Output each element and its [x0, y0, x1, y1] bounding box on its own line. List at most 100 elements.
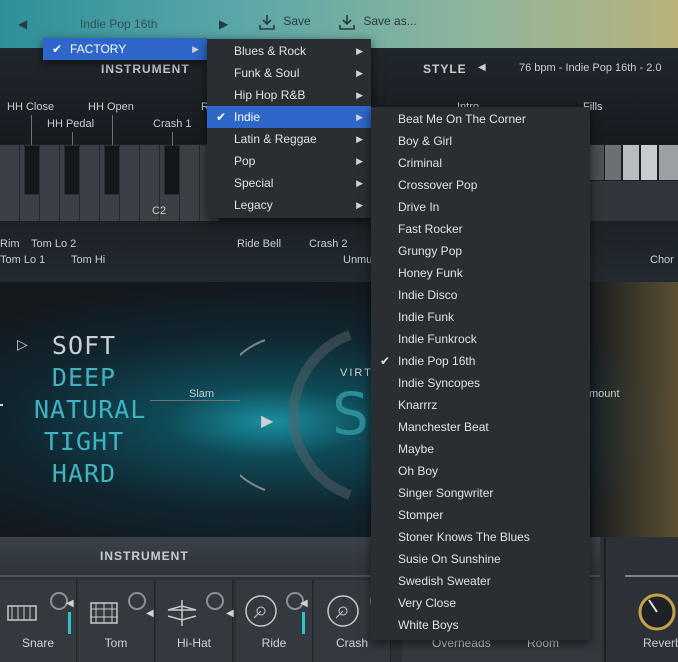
slot-snare[interactable]: Snare — [0, 580, 77, 662]
menu-item[interactable]: Manchester Beat — [371, 416, 590, 438]
menu-item[interactable]: Crossover Pop — [371, 174, 590, 196]
menu-item[interactable]: Singer Songwriter — [371, 482, 590, 504]
style-tight[interactable]: TIGHT — [34, 426, 134, 458]
save-button[interactable]: Save — [258, 13, 311, 31]
menu-item[interactable]: Oh Boy — [371, 460, 590, 482]
virt-label: VIRT — [340, 367, 373, 379]
submenu-arrow-icon: ▶ — [192, 44, 199, 54]
menu-item[interactable]: Very Close — [371, 592, 590, 614]
menu-item[interactable]: Beat Me On The Corner — [371, 108, 590, 130]
menu-item-label: Latin & Reggae — [234, 132, 317, 146]
menu-item-label: Crossover Pop — [398, 178, 478, 192]
save-as-button[interactable]: Save as... — [338, 13, 417, 31]
menu-item[interactable]: ✔ FACTORY ▶ — [43, 38, 207, 60]
black-key[interactable] — [104, 145, 120, 195]
menu-item[interactable]: Hip Hop R&B ▶ — [207, 84, 371, 106]
menu-item[interactable]: Stoner Knows The Blues — [371, 526, 590, 548]
label-tick — [172, 132, 173, 145]
menu-item[interactable]: Honey Funk — [371, 262, 590, 284]
style-word-list[interactable]: SOFT DEEP NATURAL TIGHT HARD — [34, 330, 145, 490]
menu-item[interactable]: Susie On Sunshine — [371, 548, 590, 570]
preset-list-menu[interactable]: Beat Me On The Corner Boy & Girl Criminal C… — [371, 107, 590, 640]
menu-item[interactable]: Criminal — [371, 152, 590, 174]
menu-item[interactable]: Boy & Girl — [371, 130, 590, 152]
menu-item[interactable]: Indie Funkrock — [371, 328, 590, 350]
menu-item[interactable]: Indie Syncopes — [371, 372, 590, 394]
slot-left-icon[interactable]: ◀ — [226, 608, 234, 619]
slot-left-icon[interactable]: ◀ — [66, 598, 74, 609]
visual-glow-right — [585, 282, 678, 537]
pattern-key[interactable] — [605, 145, 621, 180]
drum-keyboard[interactable]: C2 — [0, 145, 220, 221]
menu-item[interactable]: Knarrrz — [371, 394, 590, 416]
label-tick — [72, 132, 73, 145]
style-keyboard[interactable] — [590, 145, 678, 221]
menu-item[interactable]: Latin & Reggae ▶ — [207, 128, 371, 150]
crash1-label: Crash 1 — [153, 118, 192, 130]
style-natural[interactable]: NATURAL — [34, 394, 145, 426]
menu-item[interactable]: Indie Funk — [371, 306, 590, 328]
pattern-key[interactable] — [659, 145, 678, 180]
snare-icon — [7, 605, 37, 621]
menu-item[interactable]: Blues & Rock ▶ — [207, 40, 371, 62]
menu-item[interactable]: Funk & Soul ▶ — [207, 62, 371, 84]
menu-item[interactable]: Maybe — [371, 438, 590, 460]
pattern-key[interactable] — [623, 145, 639, 180]
play-triangle-icon[interactable]: ▷ — [17, 336, 28, 353]
menu-item[interactable]: Stomper — [371, 504, 590, 526]
white-key[interactable] — [180, 145, 200, 221]
ride-label: Ride — [261, 636, 287, 650]
slot-left-icon[interactable]: ◀ — [300, 598, 308, 609]
hihat-knob[interactable] — [206, 592, 224, 610]
slam-handle-icon[interactable]: ▶ — [261, 411, 273, 431]
menu-item[interactable]: Swedish Sweater — [371, 570, 590, 592]
menu-item[interactable]: Drive In — [371, 196, 590, 218]
white-key[interactable] — [0, 145, 20, 221]
menu-item-label: Manchester Beat — [398, 420, 489, 434]
preset-root-menu[interactable]: ✔ FACTORY ▶ — [43, 38, 207, 60]
menu-item[interactable]: Pop ▶ — [207, 150, 371, 172]
style-info: 76 bpm - Indie Pop 16th - 2.0 — [519, 62, 662, 74]
prev-preset-icon[interactable]: ◀ — [18, 17, 27, 31]
menu-item[interactable]: Grungy Pop — [371, 240, 590, 262]
tom-knob[interactable] — [128, 592, 146, 610]
menu-item[interactable]: White Boys — [371, 614, 590, 636]
slot-hihat[interactable]: Hi-Hat — [156, 580, 233, 662]
chorus-label: Chor — [650, 254, 674, 266]
style-soft[interactable]: SOFT — [34, 330, 134, 362]
section-divider — [604, 537, 606, 662]
menu-item-label: Indie Funk — [398, 310, 455, 324]
ride-level — [302, 612, 305, 634]
black-key[interactable] — [64, 145, 80, 195]
slot-tom[interactable]: Tom — [78, 580, 155, 662]
menu-item-label: Criminal — [398, 156, 443, 170]
preset-name[interactable]: Indie Pop 16th — [80, 17, 157, 31]
preset-category-menu[interactable]: Blues & Rock ▶ Funk & Soul ▶ Hip Hop R&B ▶ ✔ In… — [207, 39, 371, 218]
menu-item[interactable]: Legacy ▶ — [207, 194, 371, 216]
amount-label: mount — [589, 388, 620, 400]
white-key[interactable] — [40, 145, 60, 221]
next-preset-icon[interactable]: ▶ — [219, 17, 228, 31]
checkmark-icon: ✔ — [216, 110, 227, 124]
pattern-key[interactable] — [590, 145, 604, 180]
white-key[interactable] — [80, 145, 100, 221]
menu-item[interactable]: Indie Disco — [371, 284, 590, 306]
slot-left-icon[interactable]: ◀ — [146, 608, 154, 619]
menu-item[interactable]: ✔ Indie ▶ — [207, 106, 371, 128]
menu-item-label: Indie Disco — [398, 288, 458, 302]
menu-item-label: FACTORY — [70, 42, 127, 56]
black-key[interactable] — [164, 145, 180, 195]
menu-item[interactable]: ✔ Indie Pop 16th — [371, 350, 590, 372]
style-deep[interactable]: DEEP — [34, 362, 134, 394]
style-hard[interactable]: HARD — [34, 458, 134, 490]
pattern-key-row[interactable] — [590, 181, 678, 221]
submenu-arrow-icon: ▶ — [356, 156, 363, 166]
style-title: STYLE — [423, 62, 467, 76]
menu-item[interactable]: Special ▶ — [207, 172, 371, 194]
white-key[interactable] — [120, 145, 140, 221]
pattern-key[interactable] — [641, 145, 657, 180]
reverb-knob[interactable] — [637, 592, 677, 632]
black-key[interactable] — [24, 145, 40, 195]
menu-item[interactable]: Fast Rocker — [371, 218, 590, 240]
style-prev-icon[interactable]: ◀ — [478, 62, 486, 73]
